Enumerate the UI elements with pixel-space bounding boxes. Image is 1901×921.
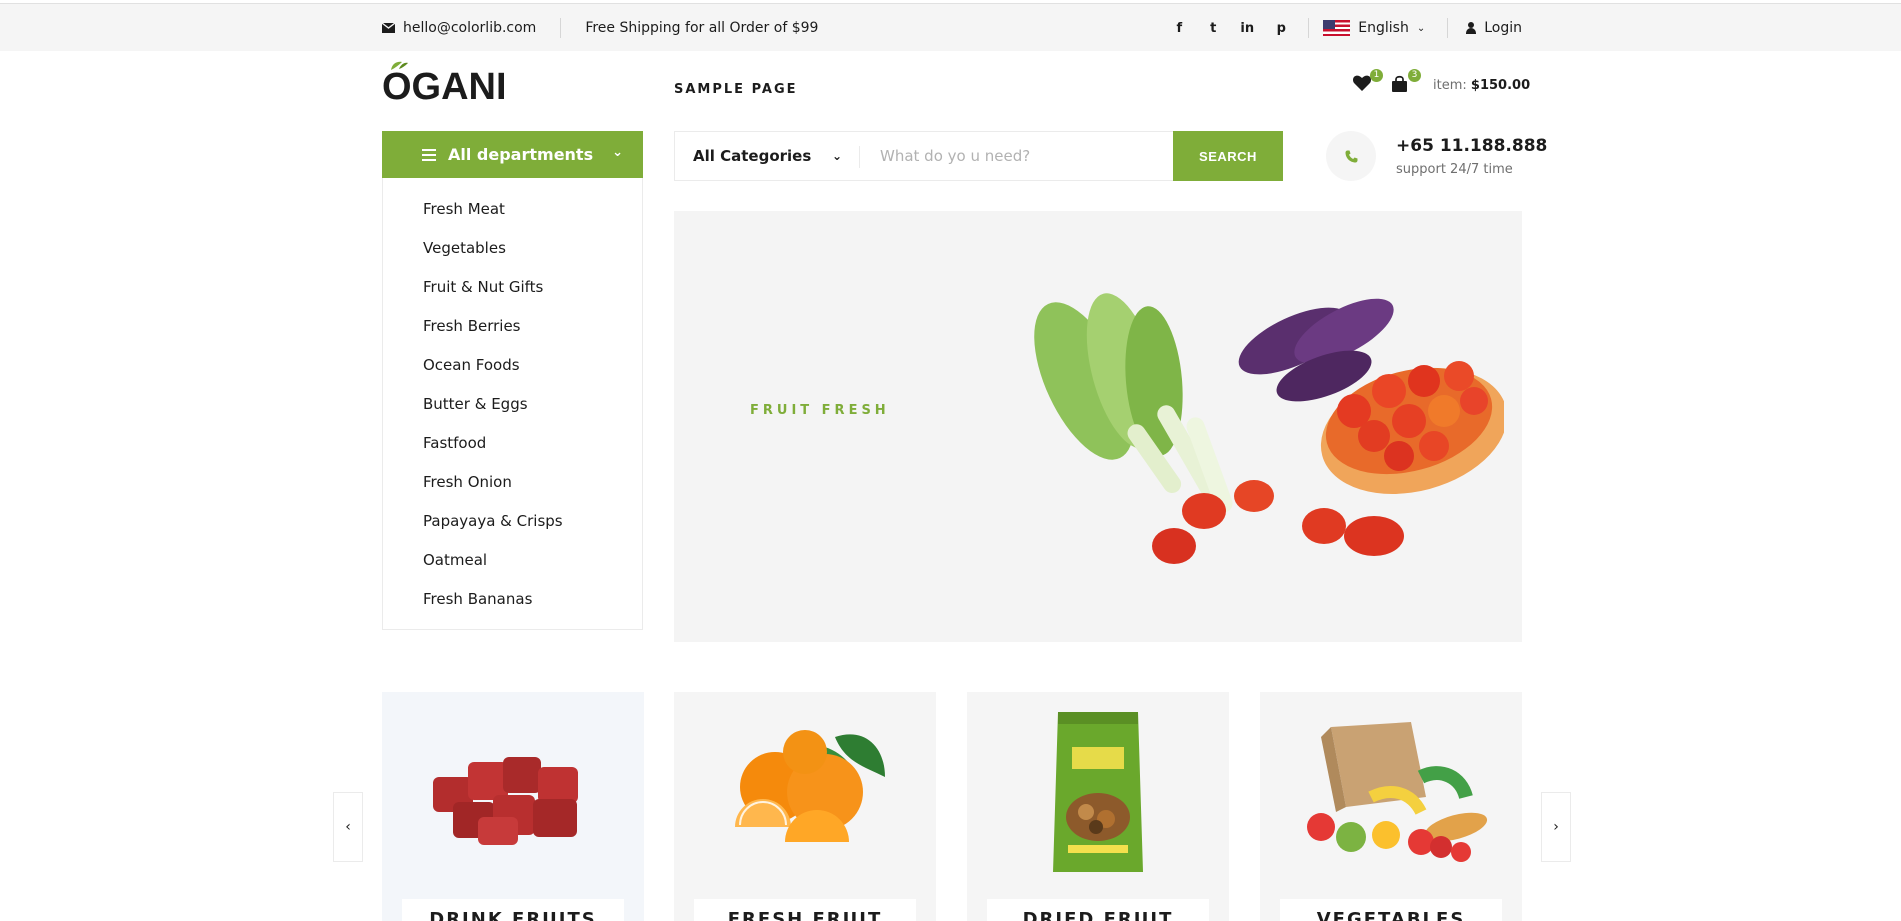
phone-number[interactable]: +65 11.188.888 [1396,136,1547,156]
department-item[interactable]: Papayaya & Crisps [383,502,642,541]
category-label: FRESH FRUIT [694,899,916,921]
wishlist-count: 1 [1370,69,1383,82]
search-input[interactable] [860,132,1173,180]
department-item[interactable]: Fresh Meat [383,190,642,229]
menu-bars-icon [422,148,436,161]
leaf-icon [391,61,408,70]
chevron-left-icon: ‹ [345,819,351,835]
support-text: support 24/7 time [1396,161,1513,177]
carousel-prev-button[interactable]: ‹ [333,792,363,862]
nav-sample-page[interactable]: SAMPLE PAGE [674,82,798,97]
search-button[interactable]: SEARCH [1173,131,1283,181]
pinterest-icon[interactable]: p [1264,21,1298,36]
login-link[interactable]: Login [1466,20,1522,36]
department-item[interactable]: Vegetables [383,229,642,268]
header-email[interactable]: hello@colorlib.com [382,20,536,36]
chevron-down-icon: ⌄ [612,145,623,160]
wishlist-button[interactable]: 1 [1353,69,1383,95]
social-links: f t in p [1162,21,1298,36]
grocery-bag-image [1260,692,1522,892]
category-select-value: All Categories [693,147,812,165]
cart-total: item: $150.00 [1433,78,1530,93]
oranges-image [674,692,936,892]
heart-icon [1353,75,1371,91]
email-text: hello@colorlib.com [403,20,537,36]
login-label: Login [1484,20,1522,36]
department-item[interactable]: Fresh Berries [383,307,642,346]
header-cart: 1 3 item: $150.00 [1353,69,1530,95]
departments-list: Fresh Meat Vegetables Fruit & Nut Gifts … [382,178,643,630]
chevron-down-icon: ⌄ [831,149,842,163]
category-card[interactable]: FRESH FRUIT [674,692,936,921]
cart-amount: $150.00 [1470,77,1531,93]
divider [1447,18,1449,38]
category-label: DRINK FRUITS [402,899,624,921]
us-flag-icon [1323,20,1351,36]
phone-icon-circle [1326,131,1376,181]
search-form: All Categories ⌄ SEARCH [674,131,1283,181]
category-label: VEGETABLES [1280,899,1502,921]
facebook-icon[interactable]: f [1162,21,1196,36]
department-item[interactable]: Fastfood [383,424,642,463]
department-item[interactable]: Oatmeal [383,541,642,580]
cart-label: item: [1433,77,1467,93]
divider [1308,18,1310,38]
phone-icon [1345,150,1357,162]
department-item[interactable]: Fresh Bananas [383,580,642,619]
cart-count: 3 [1408,69,1421,82]
divider [560,18,562,38]
category-card[interactable]: VEGETABLES [1260,692,1522,921]
twitter-icon[interactable]: t [1196,21,1230,36]
meat-image [382,692,644,892]
site-logo[interactable]: OGANI [382,61,507,109]
department-item[interactable]: Fresh Onion [383,463,642,502]
department-item[interactable]: Ocean Foods [383,346,642,385]
phone-contact: +65 11.188.888 support 24/7 time [1326,131,1547,181]
vegetables-image [1034,293,1504,564]
hero-tagline: FRUIT FRESH [750,403,890,418]
linkedin-icon[interactable]: in [1230,21,1264,36]
fruit-nut-bag-image [967,692,1229,892]
hero-banner[interactable]: FRUIT FRESH [674,211,1522,642]
category-select[interactable]: All Categories ⌄ [675,132,860,180]
language-selector[interactable]: English ⌄ [1323,20,1425,36]
cart-button[interactable]: 3 [1391,69,1421,95]
shopping-bag-icon [1392,75,1407,92]
chevron-right-icon: › [1553,819,1559,835]
category-card[interactable]: DRINK FRUITS [382,692,644,921]
language-label: English [1358,20,1409,36]
top-bar: hello@colorlib.com Free Shipping for all… [0,3,1901,51]
envelope-icon [382,23,395,33]
carousel-next-button[interactable]: › [1541,792,1571,862]
category-card[interactable]: DRIED FRUIT [967,692,1229,921]
logo-text: OGANI [382,66,507,108]
departments-title: All departments [448,145,594,164]
shipping-notice: Free Shipping for all Order of $99 [585,20,819,36]
user-icon [1466,22,1477,34]
all-departments-toggle[interactable]: All departments ⌄ [382,131,643,178]
chevron-down-icon: ⌄ [1416,22,1426,34]
category-label: DRIED FRUIT [987,899,1209,921]
department-item[interactable]: Fruit & Nut Gifts [383,268,642,307]
department-item[interactable]: Butter & Eggs [383,385,642,424]
